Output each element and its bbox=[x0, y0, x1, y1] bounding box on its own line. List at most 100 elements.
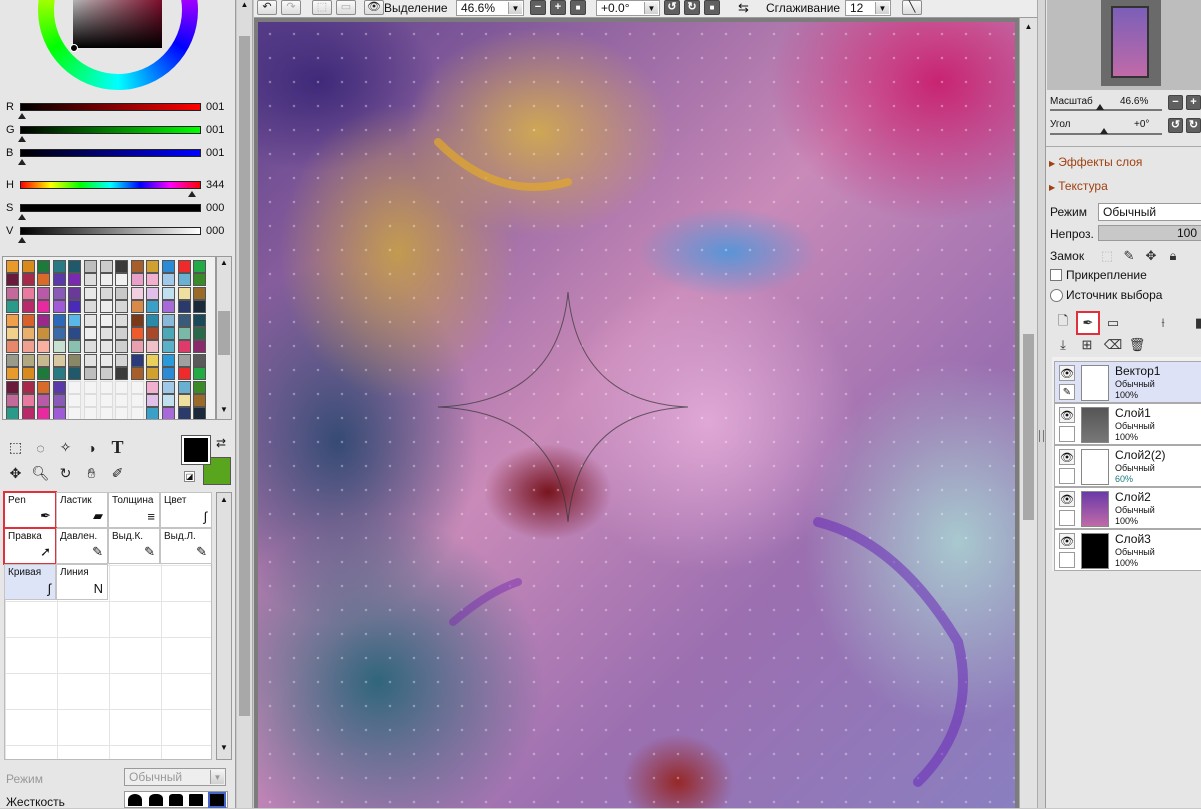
color-swatch[interactable] bbox=[193, 260, 207, 273]
color-swatch[interactable] bbox=[37, 394, 51, 407]
scroll-thumb[interactable] bbox=[239, 36, 250, 716]
color-swatch[interactable] bbox=[6, 340, 19, 354]
color-swatch[interactable] bbox=[21, 380, 35, 394]
color-swatch[interactable] bbox=[68, 353, 82, 367]
color-swatch[interactable] bbox=[21, 260, 35, 273]
color-swatch[interactable] bbox=[52, 380, 66, 394]
color-swatch[interactable] bbox=[37, 380, 51, 394]
color-swatch[interactable] bbox=[68, 407, 82, 419]
color-swatch[interactable] bbox=[68, 273, 82, 287]
flip-horizontal-icon[interactable]: ⇆ bbox=[738, 0, 749, 16]
color-swatch[interactable] bbox=[130, 394, 144, 407]
color-swatch[interactable] bbox=[99, 300, 113, 314]
stabilizer-line-icon[interactable]: ╲ bbox=[902, 0, 922, 15]
new-folder-icon[interactable]: ▭ bbox=[1104, 314, 1122, 332]
color-swatch[interactable] bbox=[6, 260, 19, 273]
color-swatch[interactable] bbox=[177, 260, 191, 273]
canvas-vertical-scrollbar[interactable]: ▲ bbox=[1019, 18, 1037, 808]
color-swatch[interactable] bbox=[37, 340, 51, 354]
color-swatch[interactable] bbox=[52, 313, 66, 327]
color-swatch[interactable] bbox=[6, 407, 19, 419]
opacity-slider[interactable]: 100 bbox=[1098, 225, 1201, 241]
color-swatch[interactable] bbox=[68, 313, 82, 327]
delete-layer-icon[interactable]: 🗑︎ bbox=[1128, 336, 1146, 354]
color-swatch[interactable] bbox=[68, 300, 82, 314]
shape-icon[interactable]: ◑ bbox=[81, 437, 102, 458]
color-wheel[interactable] bbox=[38, 0, 198, 90]
color-swatch[interactable] bbox=[99, 380, 113, 394]
undo-icon[interactable]: ↶ bbox=[257, 0, 277, 15]
swatch-palette[interactable] bbox=[2, 256, 216, 420]
color-swatch[interactable] bbox=[130, 340, 144, 354]
magic-wand-icon[interactable]: ✧ bbox=[55, 437, 76, 458]
color-swatch[interactable] bbox=[162, 260, 175, 273]
color-swatch[interactable] bbox=[193, 273, 207, 287]
color-swatch[interactable] bbox=[177, 313, 191, 327]
smoothing-select[interactable]: 12 ▼ bbox=[845, 0, 891, 16]
color-swatch[interactable] bbox=[84, 273, 97, 287]
color-swatch[interactable] bbox=[84, 380, 97, 394]
layer-option-box[interactable] bbox=[1059, 552, 1075, 568]
color-swatch[interactable] bbox=[68, 286, 82, 300]
color-swatch[interactable] bbox=[68, 340, 82, 354]
tool-grid-scrollbar[interactable]: ▲ ▼ bbox=[216, 492, 232, 760]
layer-row[interactable]: 👁︎ Слой1 Обычный 100% bbox=[1054, 403, 1201, 445]
canvas-area[interactable] bbox=[254, 18, 1019, 808]
color-swatch[interactable] bbox=[193, 367, 207, 381]
layer-row[interactable]: 👁︎ Слой2 Обычный 100% bbox=[1054, 487, 1201, 529]
color-swatch[interactable] bbox=[193, 340, 207, 354]
color-swatch[interactable] bbox=[99, 407, 113, 419]
layer-mask-icon[interactable]: ◧ bbox=[1192, 314, 1201, 332]
color-swatch[interactable] bbox=[162, 313, 175, 327]
color-swatch[interactable] bbox=[115, 327, 129, 340]
color-swatch[interactable] bbox=[6, 273, 19, 287]
color-swatch[interactable] bbox=[37, 327, 51, 340]
merge-down-icon[interactable]: ⤓ bbox=[1054, 336, 1072, 354]
color-swatch[interactable] bbox=[162, 367, 175, 381]
color-swatch[interactable] bbox=[130, 367, 144, 381]
pen-icon[interactable]: ✎ bbox=[1059, 384, 1075, 400]
color-swatch[interactable] bbox=[52, 394, 66, 407]
foreground-color-swatch[interactable] bbox=[181, 435, 211, 465]
left-panel-scrollbar[interactable]: ▲ bbox=[237, 0, 253, 808]
scale-plus-button[interactable]: + bbox=[1186, 95, 1201, 110]
scale-minus-button[interactable]: − bbox=[1168, 95, 1183, 110]
color-swatch[interactable] bbox=[130, 300, 144, 314]
color-swatch[interactable] bbox=[6, 380, 19, 394]
layer-option-box[interactable] bbox=[1059, 426, 1075, 442]
color-swatch[interactable] bbox=[130, 407, 144, 419]
color-swatch[interactable] bbox=[130, 313, 144, 327]
color-swatch[interactable] bbox=[162, 340, 175, 354]
color-swatch[interactable] bbox=[52, 340, 66, 354]
color-swatch[interactable] bbox=[99, 353, 113, 367]
color-swatch[interactable] bbox=[162, 286, 175, 300]
color-swatch[interactable] bbox=[37, 313, 51, 327]
color-swatch[interactable] bbox=[177, 353, 191, 367]
merge-visible-icon[interactable]: ⊞ bbox=[1078, 336, 1096, 354]
color-swatch[interactable] bbox=[6, 300, 19, 314]
color-swatch[interactable] bbox=[68, 394, 82, 407]
tool-cell[interactable]: Выд.Л. ✎ bbox=[160, 528, 212, 564]
transparent-color-icon[interactable]: ◪ bbox=[184, 471, 195, 482]
tool-cell[interactable]: Выд.К. ✎ bbox=[108, 528, 160, 564]
lock-move-icon[interactable]: ✥ bbox=[1142, 247, 1160, 265]
color-swatch[interactable] bbox=[193, 313, 207, 327]
color-swatch[interactable] bbox=[37, 286, 51, 300]
color-swatch[interactable] bbox=[177, 407, 191, 419]
color-swatch[interactable] bbox=[21, 367, 35, 381]
color-swatch[interactable] bbox=[146, 286, 160, 300]
eyedropper-icon[interactable]: ✐ bbox=[107, 463, 128, 484]
color-swatch[interactable] bbox=[177, 327, 191, 340]
color-swatch[interactable] bbox=[84, 394, 97, 407]
color-swatch[interactable] bbox=[146, 300, 160, 314]
color-swatch[interactable] bbox=[6, 353, 19, 367]
tool-cell[interactable]: Цвет ∫ bbox=[160, 492, 212, 528]
eye-icon[interactable]: 👁︎ bbox=[1059, 365, 1075, 381]
color-swatch[interactable] bbox=[37, 260, 51, 273]
color-swatch[interactable] bbox=[177, 273, 191, 287]
color-swatch[interactable] bbox=[146, 380, 160, 394]
color-swatch[interactable] bbox=[37, 407, 51, 419]
layer-option-box[interactable] bbox=[1059, 510, 1075, 526]
scroll-thumb[interactable] bbox=[1023, 334, 1034, 520]
color-swatch[interactable] bbox=[52, 286, 66, 300]
